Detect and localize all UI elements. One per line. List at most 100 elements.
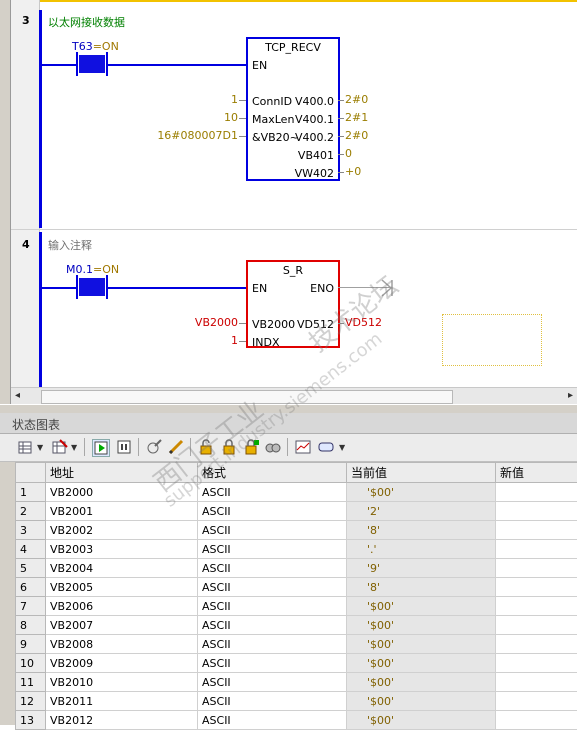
input-value-in[interactable]: VB2000	[195, 316, 238, 329]
address-cell[interactable]: VB2004	[46, 559, 198, 578]
input-value-buffer[interactable]: 16#080007D1	[157, 129, 238, 142]
row-number[interactable]: 2	[16, 502, 46, 521]
row-number[interactable]: 7	[16, 597, 46, 616]
output-value-v400-1[interactable]: 2#1	[345, 111, 368, 124]
table-row[interactable]: 10VB2009ASCII'$00'	[16, 654, 577, 673]
table-row[interactable]: 7VB2006ASCII'$00'	[16, 597, 577, 616]
network-3-contact-left-bar	[76, 52, 78, 76]
format-cell[interactable]: ASCII	[198, 540, 347, 559]
output-value-vw402[interactable]: +0	[345, 165, 361, 178]
new-value-cell[interactable]	[496, 521, 577, 540]
address-cell[interactable]: VB2006	[46, 597, 198, 616]
new-value-cell[interactable]	[496, 578, 577, 597]
current-value-cell: '$00'	[347, 692, 496, 711]
format-cell[interactable]: ASCII	[198, 559, 347, 578]
new-value-cell[interactable]	[496, 616, 577, 635]
stop-status-icon[interactable]	[116, 439, 132, 455]
address-cell[interactable]: VB2003	[46, 540, 198, 559]
format-cell[interactable]: ASCII	[198, 483, 347, 502]
network-3-wire	[42, 64, 76, 66]
row-number[interactable]: 5	[16, 559, 46, 578]
new-value-cell[interactable]	[496, 711, 577, 730]
table-row[interactable]: 8VB2007ASCII'$00'	[16, 616, 577, 635]
lad-editor[interactable]: 3 以太网接收数据 T63=ON TCP_RECV EN ConnID MaxL…	[0, 0, 577, 404]
new-value-cell[interactable]	[496, 692, 577, 711]
row-number[interactable]: 6	[16, 578, 46, 597]
row-number[interactable]: 12	[16, 692, 46, 711]
address-cell[interactable]: VB2009	[46, 654, 198, 673]
network-4-contact-m0-1[interactable]	[79, 278, 105, 296]
block-pin-connid: ConnID	[252, 95, 292, 108]
output-value-v400-0[interactable]: 2#0	[345, 93, 368, 106]
column-header-new-value[interactable]: 新值	[496, 463, 577, 483]
new-value-cell[interactable]	[496, 673, 577, 692]
new-value-cell[interactable]	[496, 483, 577, 502]
input-value-maxlen[interactable]: 10	[224, 111, 238, 124]
format-cell[interactable]: ASCII	[198, 635, 347, 654]
delete-row-icon[interactable]	[52, 439, 68, 455]
write-icon[interactable]	[146, 439, 162, 455]
chevron-down-icon[interactable]: ▼	[37, 443, 43, 452]
new-value-cell[interactable]	[496, 635, 577, 654]
address-cell[interactable]: VB2010	[46, 673, 198, 692]
format-cell[interactable]: ASCII	[198, 521, 347, 540]
input-value-indx[interactable]: 1	[231, 334, 238, 347]
table-row[interactable]: 9VB2008ASCII'$00'	[16, 635, 577, 654]
format-cell[interactable]: ASCII	[198, 711, 347, 730]
add-row-icon[interactable]	[18, 439, 34, 455]
format-cell[interactable]: ASCII	[198, 692, 347, 711]
tcp-recv-block[interactable]: TCP_RECV EN ConnID MaxLen &VB20~ V400.0 …	[246, 37, 340, 181]
table-row[interactable]: 3VB2002ASCII'8'	[16, 521, 577, 540]
format-cell[interactable]: ASCII	[198, 673, 347, 692]
run-status-icon[interactable]	[92, 439, 110, 457]
output-value-vb401[interactable]: 0	[345, 147, 352, 160]
row-number[interactable]: 13	[16, 711, 46, 730]
unforce-icon[interactable]	[265, 439, 281, 455]
new-value-cell[interactable]	[496, 654, 577, 673]
table-row[interactable]: 1VB2000ASCII'$00'	[16, 483, 577, 502]
row-number[interactable]: 9	[16, 635, 46, 654]
row-number[interactable]: 11	[16, 673, 46, 692]
network-3-comment[interactable]: 以太网接收数据	[48, 14, 125, 30]
address-cell[interactable]: VB2007	[46, 616, 198, 635]
format-icon[interactable]	[318, 439, 334, 455]
format-cell[interactable]: ASCII	[198, 654, 347, 673]
address-cell[interactable]: VB2008	[46, 635, 198, 654]
new-value-cell[interactable]	[496, 597, 577, 616]
new-value-cell[interactable]	[496, 540, 577, 559]
table-row[interactable]: 6VB2005ASCII'8'	[16, 578, 577, 597]
chevron-down-icon[interactable]: ▼	[71, 443, 77, 452]
new-value-cell[interactable]	[496, 502, 577, 521]
table-row[interactable]: 13VB2012ASCII'$00'	[16, 711, 577, 730]
new-value-cell[interactable]	[496, 559, 577, 578]
block-en-pin: EN	[252, 59, 267, 72]
chevron-down-icon[interactable]: ▼	[339, 443, 345, 452]
format-cell[interactable]: ASCII	[198, 502, 347, 521]
table-row[interactable]: 2VB2001ASCII'2'	[16, 502, 577, 521]
row-number[interactable]: 4	[16, 540, 46, 559]
empty-placeholder-box[interactable]	[442, 314, 542, 366]
network-3-contact-t63[interactable]	[79, 55, 105, 73]
table-row[interactable]: 11VB2010ASCII'$00'	[16, 673, 577, 692]
format-cell[interactable]: ASCII	[198, 616, 347, 635]
output-value-v400-2[interactable]: 2#0	[345, 129, 368, 142]
row-number[interactable]: 1	[16, 483, 46, 502]
format-cell[interactable]: ASCII	[198, 578, 347, 597]
trend-icon[interactable]	[295, 439, 311, 455]
address-cell[interactable]: VB2011	[46, 692, 198, 711]
scroll-right-icon[interactable]: ▸	[568, 390, 573, 401]
table-row[interactable]: 12VB2011ASCII'$00'	[16, 692, 577, 711]
input-value-connid[interactable]: 1	[231, 93, 238, 106]
network-4-comment[interactable]: 输入注释	[48, 237, 92, 253]
scroll-left-icon[interactable]: ◂	[15, 390, 20, 401]
address-cell[interactable]: VB2012	[46, 711, 198, 730]
table-row[interactable]: 4VB2003ASCII'.'	[16, 540, 577, 559]
row-number[interactable]: 10	[16, 654, 46, 673]
row-number[interactable]: 3	[16, 521, 46, 540]
table-row[interactable]: 5VB2004ASCII'9'	[16, 559, 577, 578]
format-cell[interactable]: ASCII	[198, 597, 347, 616]
column-header-current-value[interactable]: 当前值	[347, 463, 496, 483]
address-cell[interactable]: VB2002	[46, 521, 198, 540]
address-cell[interactable]: VB2005	[46, 578, 198, 597]
row-number[interactable]: 8	[16, 616, 46, 635]
